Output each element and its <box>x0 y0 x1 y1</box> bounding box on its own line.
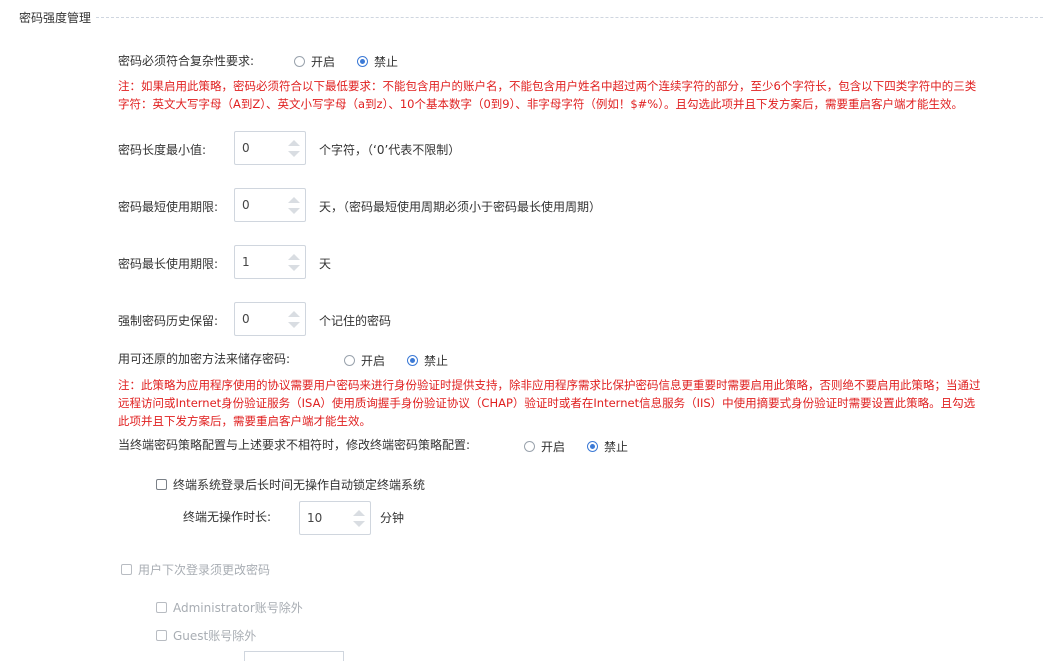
section-title: 密码强度管理 <box>19 11 92 25</box>
change-next-login-checkbox[interactable]: 用户下次登录须更改密码 <box>121 561 270 578</box>
auto-lock-label: 终端系统登录后长时间无操作自动锁定终端系统 <box>173 478 426 492</box>
min-length-label: 密码长度最小值: <box>118 143 207 157</box>
exclude-admin-label: Administrator账号除外 <box>173 601 303 615</box>
complexity-note-line2: 字符：英文大写字母（A到Z）、英文小写字母（a到z）、10个基本数字（0到9）、… <box>118 97 963 111</box>
terminal-policy-off-label: 禁止 <box>604 440 629 454</box>
auto-lock-checkbox[interactable]: 终端系统登录后长时间无操作自动锁定终端系统 <box>156 476 425 493</box>
complexity-radio-off[interactable]: 禁止 <box>357 53 398 70</box>
min-age-suffix: 天，（密码最短使用周期必须小于密码最长使用周期） <box>319 200 602 214</box>
complexity-on-label: 开启 <box>311 55 336 69</box>
decrement-icon[interactable] <box>288 207 300 214</box>
complexity-note-line1: 注：如果启用此策略，密码必须符合以下最低要求：不能包含用户的账户名，不能包含用户… <box>118 79 977 93</box>
complexity-label: 密码必须符合复杂性要求: <box>118 54 255 68</box>
complexity-note: 注：如果启用此策略，密码必须符合以下最低要求：不能包含用户的账户名，不能包含用户… <box>118 77 1028 113</box>
min-age-value[interactable]: 0 <box>235 198 283 212</box>
decrement-icon[interactable] <box>288 150 300 157</box>
decrement-icon[interactable] <box>288 321 300 328</box>
radio-icon <box>344 355 355 366</box>
complexity-radio-on[interactable]: 开启 <box>294 53 335 70</box>
reversible-label: 用可还原的加密方法来储存密码: <box>118 352 291 366</box>
history-label: 强制密码历史保留: <box>118 314 219 328</box>
section-divider <box>96 17 1043 18</box>
checkbox-icon[interactable] <box>156 630 167 641</box>
checkbox-icon[interactable] <box>156 479 167 490</box>
radio-checked-icon <box>357 56 368 67</box>
reversible-on-label: 开启 <box>361 354 386 368</box>
increment-icon[interactable] <box>353 509 365 516</box>
radio-checked-icon <box>407 355 418 366</box>
complexity-off-label: 禁止 <box>374 55 399 69</box>
min-age-stepper[interactable]: 0 <box>234 188 306 222</box>
checkbox-icon[interactable] <box>121 564 132 575</box>
reversible-note-line1: 注：此策略为应用程序使用的协议需要用户密码来进行身份验证时提供支持，除非应用程序… <box>118 378 981 392</box>
exclude-guest-checkbox[interactable]: Guest账号除外 <box>156 627 256 644</box>
idle-duration-stepper[interactable]: 10 <box>299 501 371 535</box>
change-next-login-label: 用户下次登录须更改密码 <box>138 563 271 577</box>
exclude-admin-checkbox[interactable]: Administrator账号除外 <box>156 599 303 616</box>
reversible-note-line3: 此项并且下发方案后，需要重启客户端才能生效。 <box>118 414 371 428</box>
history-stepper[interactable]: 0 <box>234 302 306 336</box>
min-length-value[interactable]: 0 <box>235 141 283 155</box>
radio-icon <box>294 56 305 67</box>
min-length-stepper[interactable]: 0 <box>234 131 306 165</box>
reversible-radio-on[interactable]: 开启 <box>344 352 385 369</box>
min-age-label: 密码最短使用期限: <box>118 200 219 214</box>
idle-duration-label: 终端无操作时长: <box>183 510 272 524</box>
max-age-suffix: 天 <box>319 257 332 271</box>
terminal-policy-on-label: 开启 <box>541 440 566 454</box>
increment-icon[interactable] <box>288 196 300 203</box>
radio-checked-icon <box>587 441 598 452</box>
checkbox-icon[interactable] <box>156 602 167 613</box>
history-suffix: 个记住的密码 <box>319 314 392 328</box>
terminal-policy-radio-off[interactable]: 禁止 <box>587 438 628 455</box>
terminal-policy-radio-on[interactable]: 开启 <box>524 438 565 455</box>
max-age-stepper[interactable]: 1 <box>234 245 306 279</box>
reversible-note-line2: 远程访问或Internet身份验证服务（ISA）使用质询握手身份验证协议（CHA… <box>118 396 976 410</box>
radio-icon <box>524 441 535 452</box>
idle-duration-unit: 分钟 <box>380 511 405 525</box>
terminal-policy-label: 当终端密码策略配置与上述要求不相符时，修改终端密码策略配置: <box>118 438 471 452</box>
max-age-value[interactable]: 1 <box>235 255 283 269</box>
history-value[interactable]: 0 <box>235 312 283 326</box>
reversible-radio-off[interactable]: 禁止 <box>407 352 448 369</box>
increment-icon[interactable] <box>288 253 300 260</box>
max-age-label: 密码最长使用期限: <box>118 257 219 271</box>
partial-input-field[interactable] <box>244 651 344 661</box>
reversible-note: 注：此策略为应用程序使用的协议需要用户密码来进行身份验证时提供支持，除非应用程序… <box>118 376 1033 430</box>
increment-icon[interactable] <box>288 139 300 146</box>
increment-icon[interactable] <box>288 310 300 317</box>
decrement-icon[interactable] <box>288 264 300 271</box>
reversible-off-label: 禁止 <box>424 354 449 368</box>
idle-duration-value[interactable]: 10 <box>300 511 348 525</box>
min-length-suffix: 个字符，（‘0’代表不限制） <box>319 143 461 157</box>
exclude-guest-label: Guest账号除外 <box>173 629 257 643</box>
decrement-icon[interactable] <box>353 520 365 527</box>
